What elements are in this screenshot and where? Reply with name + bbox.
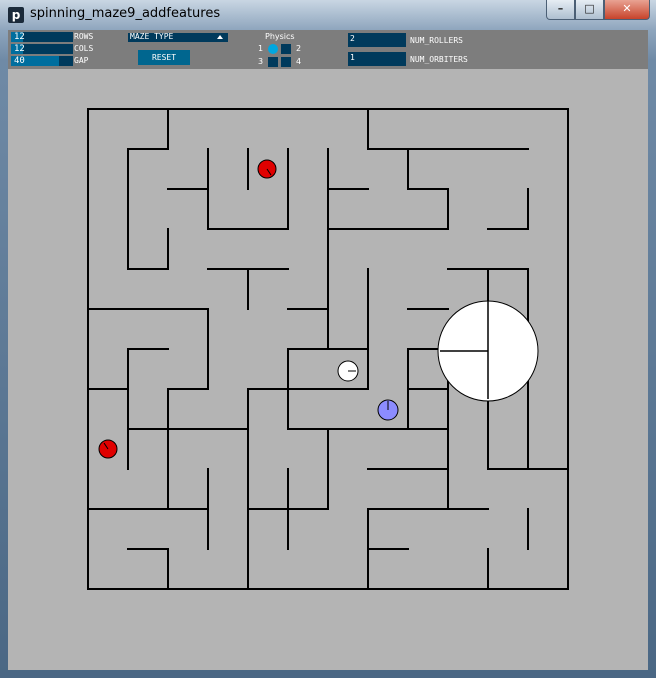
physics-option-4[interactable] <box>281 57 291 67</box>
physics-option-3[interactable] <box>268 57 278 67</box>
physics-option-1[interactable] <box>268 44 278 54</box>
physics-option-3-label: 3 <box>258 57 264 66</box>
physics-option-4-label: 4 <box>296 57 302 66</box>
gap-label: GAP <box>74 56 89 65</box>
maze-stage <box>87 108 569 590</box>
processing-app-icon: p <box>8 7 24 23</box>
roller-blue <box>377 399 399 421</box>
roller-red-top <box>257 159 277 179</box>
num-orbiters-field[interactable]: 1 <box>348 52 406 66</box>
roller-white-center <box>337 360 359 382</box>
close-button[interactable]: ✕ <box>604 0 650 20</box>
rows-slider[interactable]: 12 <box>11 32 73 42</box>
cols-value: 12 <box>14 44 25 54</box>
roller-red-left <box>98 439 118 459</box>
num-rollers-field[interactable]: 2 <box>348 33 406 47</box>
dropdown-arrow-icon <box>217 35 223 39</box>
physics-option-2-label: 2 <box>296 44 302 53</box>
app-window: p spinning_maze9_addfeatures – □ ✕ 12 RO… <box>0 0 656 678</box>
gap-slider[interactable]: 40 <box>11 56 73 66</box>
sketch-canvas: 12 ROWS 12 COLS 40 GAP MAZE TYPE RESET P… <box>8 30 648 670</box>
maximize-button[interactable]: □ <box>575 0 604 20</box>
maze-type-dropdown[interactable]: MAZE TYPE <box>128 32 228 42</box>
physics-title: Physics <box>265 32 295 41</box>
num-rollers-label: NUM_ROLLERS <box>410 36 463 45</box>
rows-label: ROWS <box>74 32 94 41</box>
control-panel: 12 ROWS 12 COLS 40 GAP MAZE TYPE RESET P… <box>8 30 648 69</box>
title-bar[interactable]: p spinning_maze9_addfeatures – □ ✕ <box>0 0 656 30</box>
physics-option-2[interactable] <box>281 44 291 54</box>
minimize-button[interactable]: – <box>546 0 575 20</box>
window-title: spinning_maze9_addfeatures <box>30 6 221 21</box>
num-rollers-value: 2 <box>350 34 355 43</box>
reset-button[interactable]: RESET <box>138 50 190 65</box>
maze-type-label: MAZE TYPE <box>130 32 174 41</box>
cols-label: COLS <box>74 44 94 53</box>
physics-option-1-label: 1 <box>258 44 264 53</box>
num-orbiters-label: NUM_ORBITERS <box>410 55 468 64</box>
rows-value: 12 <box>14 32 25 42</box>
cols-slider[interactable]: 12 <box>11 44 73 54</box>
num-orbiters-value: 1 <box>350 53 355 62</box>
gap-value: 40 <box>14 56 25 66</box>
